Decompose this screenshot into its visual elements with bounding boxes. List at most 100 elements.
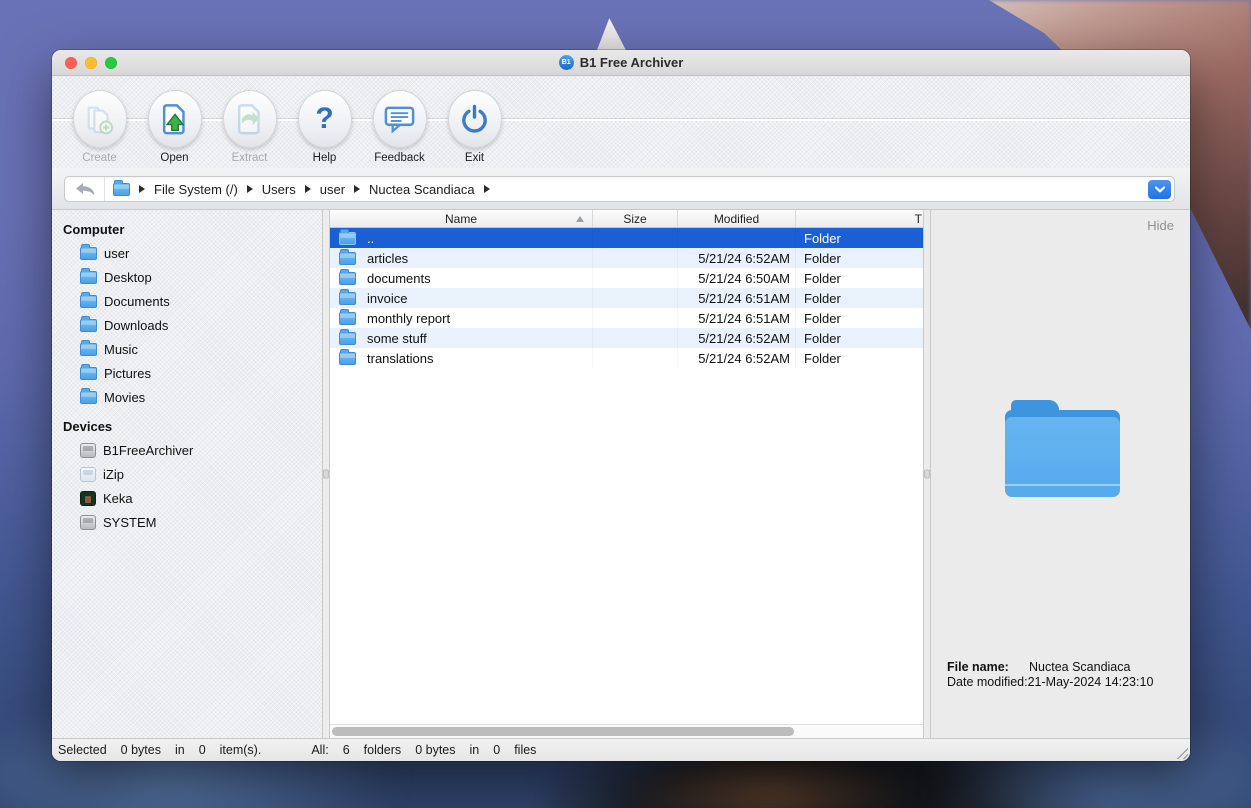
sidebar-item-label: Documents	[104, 293, 170, 309]
extract-archive-icon	[237, 104, 260, 135]
back-button[interactable]	[65, 177, 105, 201]
open-button[interactable]: Open	[137, 76, 212, 164]
table-row-some-stuff[interactable]: some stuff 5/21/24 6:52AM Folder	[330, 328, 923, 348]
chevron-right-icon	[354, 185, 361, 193]
documents-folder-icon	[80, 291, 97, 308]
status-all-label: All:	[311, 743, 329, 757]
table-row-articles[interactable]: articles 5/21/24 6:52AM Folder	[330, 248, 923, 268]
horizontal-scrollbar-thumb[interactable]	[332, 727, 794, 736]
table-row-documents[interactable]: documents 5/21/24 6:50AM Folder	[330, 268, 923, 288]
chevron-down-icon	[1154, 186, 1165, 193]
horizontal-scrollbar[interactable]	[330, 724, 923, 738]
downloads-folder-icon	[80, 315, 97, 332]
row-type: Folder	[804, 330, 841, 346]
row-modified: 5/21/24 6:51AM	[678, 308, 796, 328]
folder-icon	[339, 228, 356, 245]
row-name: invoice	[367, 290, 408, 306]
breadcrumb-item-user[interactable]: user	[320, 182, 345, 197]
sidebar-item-b1freearchiver[interactable]: B1FreeArchiver	[52, 438, 322, 462]
table-row-parent[interactable]: .. Folder	[330, 228, 923, 248]
row-size	[593, 328, 678, 348]
exit-button-label: Exit	[464, 152, 485, 164]
status-selected-size: 0 bytes	[120, 743, 161, 757]
folder-icon	[339, 268, 356, 285]
breadcrumb-item-users[interactable]: Users	[262, 182, 296, 197]
column-header-name[interactable]: Name	[330, 210, 593, 227]
breadcrumb-item-root[interactable]: File System (/)	[154, 182, 238, 197]
folder-preview-icon	[1005, 400, 1120, 497]
file-name-value: Nuctea Scandiaca	[1029, 660, 1131, 674]
file-list-pane: Name Size Modified T .. Folder articles …	[330, 210, 923, 738]
help-button[interactable]: ? Help	[287, 76, 362, 164]
sidebar-item-pictures[interactable]: Pictures	[52, 361, 322, 385]
exit-button[interactable]: Exit	[437, 76, 512, 164]
sidebar-item-label: Music	[104, 341, 138, 357]
column-header-size[interactable]: Size	[593, 210, 678, 227]
breadcrumb-item-current[interactable]: Nuctea Scandiaca	[369, 182, 475, 197]
status-files-count: 0	[493, 743, 501, 757]
feedback-button[interactable]: Feedback	[362, 76, 437, 164]
row-name: documents	[367, 270, 431, 286]
close-window-button[interactable]	[65, 57, 77, 69]
sidebar-item-user[interactable]: user	[52, 241, 322, 265]
create-button[interactable]: Create	[62, 76, 137, 164]
table-row-invoice[interactable]: invoice 5/21/24 6:51AM Folder	[330, 288, 923, 308]
sidebar-item-music[interactable]: Music	[52, 337, 322, 361]
sidebar-section-computer: Computer	[63, 222, 125, 237]
sidebar-item-label: Movies	[104, 389, 146, 405]
open-archive-icon	[162, 104, 185, 135]
keka-drive-icon	[80, 490, 96, 506]
table-row-translations[interactable]: translations 5/21/24 6:52AM Folder	[330, 348, 923, 368]
power-icon	[462, 104, 487, 133]
window-title: B1 B1 Free Archiver	[558, 55, 683, 70]
minimize-window-button[interactable]	[85, 57, 97, 69]
file-info: File name: Nuctea Scandiaca Date modified…	[947, 660, 1153, 690]
sidebar-item-desktop[interactable]: Desktop	[52, 265, 322, 289]
sidebar-item-label: iZip	[103, 466, 124, 482]
sidebar-item-documents[interactable]: Documents	[52, 289, 322, 313]
file-name-label: File name:	[947, 660, 1009, 674]
status-items-word: item(s).	[219, 743, 262, 757]
pictures-folder-icon	[80, 363, 97, 380]
path-dropdown-button[interactable]	[1148, 180, 1171, 199]
sidebar-item-movies[interactable]: Movies	[52, 385, 322, 409]
row-size	[593, 348, 678, 368]
table-row-monthly-report[interactable]: monthly report 5/21/24 6:51AM Folder	[330, 308, 923, 328]
b1-drive-icon	[80, 442, 96, 458]
row-size	[593, 288, 678, 308]
question-mark-icon: ?	[315, 102, 334, 135]
title-bar[interactable]: B1 B1 Free Archiver	[52, 50, 1190, 76]
folder-icon	[339, 248, 356, 265]
window-resize-grip[interactable]	[1174, 745, 1188, 759]
chevron-right-icon	[483, 185, 490, 193]
sidebar-item-izip[interactable]: iZip	[52, 462, 322, 486]
desktop-folder-icon	[80, 267, 97, 284]
hide-preview-button[interactable]: Hide	[1147, 218, 1174, 233]
folder-icon	[339, 308, 356, 325]
music-folder-icon	[80, 339, 97, 356]
current-folder-icon	[113, 179, 130, 196]
speech-bubble-icon	[384, 106, 415, 134]
splitter-handle	[323, 469, 329, 479]
sort-ascending-icon	[576, 216, 584, 222]
preview-splitter[interactable]	[923, 210, 931, 738]
breadcrumb: File System (/) Users user Nuctea Scandi…	[105, 179, 1174, 197]
column-header-modified[interactable]: Modified	[678, 210, 796, 227]
folder-icon	[339, 328, 356, 345]
system-drive-icon	[80, 514, 96, 530]
breadcrumb-bar: File System (/) Users user Nuctea Scandi…	[52, 168, 1190, 210]
status-word-in: in	[174, 743, 185, 757]
sidebar-splitter[interactable]	[322, 210, 330, 738]
desktop-wallpaper: B1 B1 Free Archiver Create Open Extract …	[0, 0, 1251, 808]
sidebar-item-downloads[interactable]: Downloads	[52, 313, 322, 337]
sidebar-item-system[interactable]: SYSTEM	[52, 510, 322, 534]
extract-button[interactable]: Extract	[212, 76, 287, 164]
b1-logo-icon: B1	[558, 55, 574, 70]
zoom-window-button[interactable]	[105, 57, 117, 69]
sidebar-item-keka[interactable]: Keka	[52, 486, 322, 510]
status-total-size: 0 bytes	[415, 743, 456, 757]
row-modified: 5/21/24 6:52AM	[678, 348, 796, 368]
status-folders-word: folders	[363, 743, 402, 757]
status-word-in-2: in	[469, 743, 480, 757]
column-header-type[interactable]: T	[796, 210, 923, 227]
